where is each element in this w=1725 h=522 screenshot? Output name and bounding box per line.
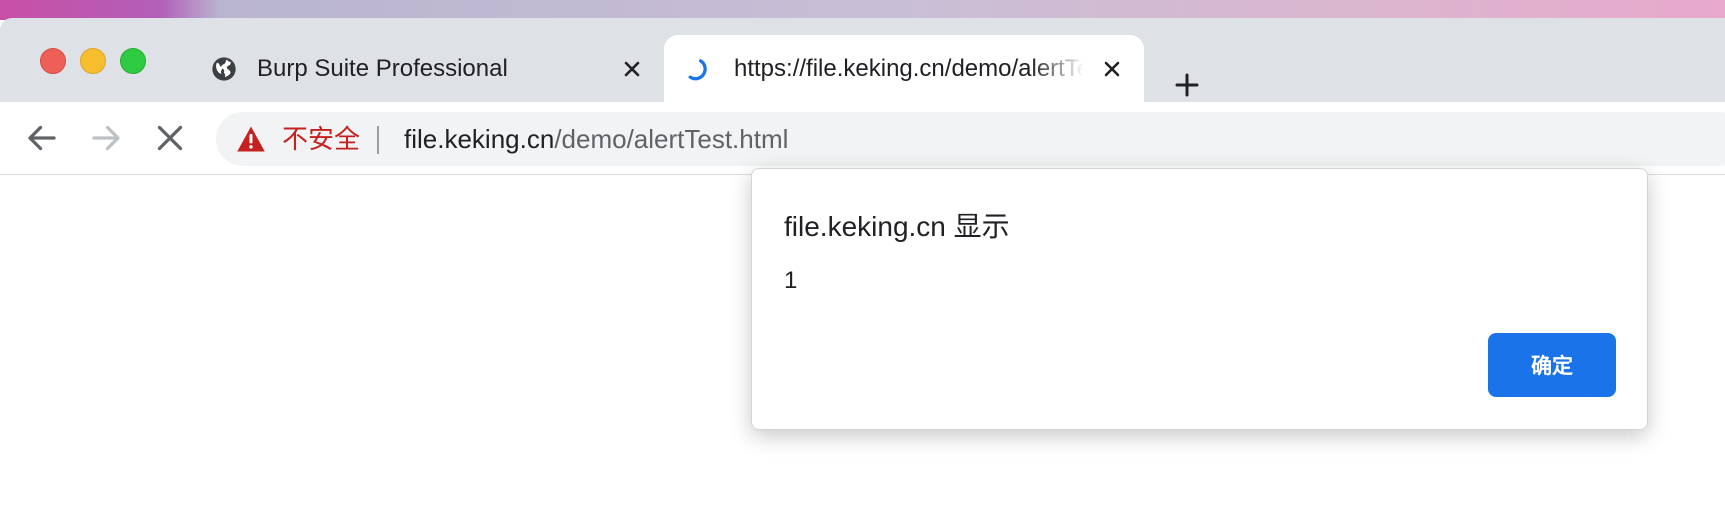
tab-alert-test[interactable]: https://file.keking.cn/demo/alertTest.ht… [664,35,1144,102]
stop-loading-button[interactable] [152,120,188,156]
url-host: file.keking.cn [404,124,555,154]
forward-button[interactable] [88,120,124,156]
browser-toolbar: 不安全 file.keking.cn/demo/alertTest.html [0,102,1725,175]
tab-title: https://file.keking.cn/demo/alertTest.ht… [734,55,1084,82]
address-bar[interactable]: 不安全 file.keking.cn/demo/alertTest.html [216,112,1725,166]
desktop-wallpaper [0,0,1725,20]
new-tab-button[interactable] [1172,70,1202,100]
loading-spinner-icon [688,59,707,81]
window-zoom-button[interactable] [120,48,146,74]
browser-tab-strip: Burp Suite Professional https://file.kek… [0,18,1725,102]
window-close-button[interactable] [40,48,66,74]
close-tab-icon[interactable] [620,57,644,81]
back-button[interactable] [24,120,60,156]
url-path: /demo/alertTest.html [554,124,789,154]
security-status-label[interactable]: 不安全 [282,112,360,166]
dialog-title: file.keking.cn 显示 [784,211,1010,242]
close-tab-icon[interactable] [1100,57,1124,81]
url-text[interactable]: file.keking.cn/demo/alertTest.html [404,112,788,166]
globe-icon [212,57,236,81]
dialog-message: 1 [784,267,798,294]
tab-burp-suite[interactable]: Burp Suite Professional [190,35,650,102]
alert-dialog: file.keking.cn 显示 1 确定 [751,168,1648,430]
tab-title: Burp Suite Professional [257,55,508,82]
window-minimize-button[interactable] [80,48,106,74]
warning-triangle-icon[interactable] [236,125,266,153]
ok-button[interactable]: 确定 [1488,333,1616,397]
address-divider [377,126,379,154]
